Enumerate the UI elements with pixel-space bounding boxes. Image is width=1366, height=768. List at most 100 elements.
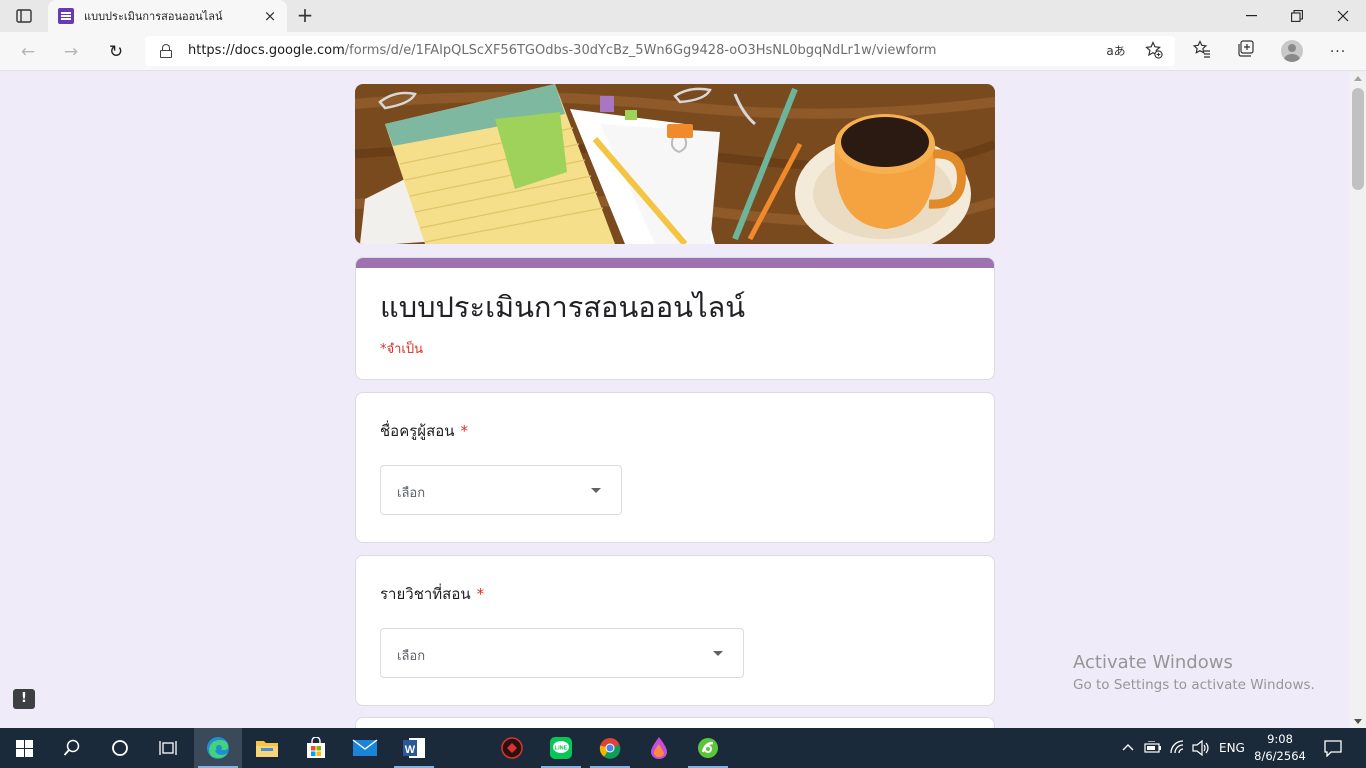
select-placeholder: เลือก — [397, 649, 426, 664]
svg-text:W: W — [405, 744, 416, 756]
wifi-icon[interactable] — [1169, 739, 1187, 755]
question-text: รายวิชาที่สอน — [380, 585, 471, 603]
task-view-button[interactable] — [144, 728, 192, 768]
report-problem-button[interactable]: ! — [13, 689, 35, 709]
favorites-button[interactable] — [1190, 40, 1214, 64]
forward-arrow-icon: → — [63, 42, 79, 62]
taskbar-word[interactable]: W — [390, 728, 438, 768]
dropdown-arrow-icon — [591, 488, 601, 493]
tab-actions-button[interactable] — [8, 5, 40, 27]
restore-button[interactable] — [1274, 0, 1320, 32]
profile-avatar[interactable] — [1281, 40, 1303, 62]
restore-icon — [1291, 10, 1303, 22]
question-label: ชื่อครูผู้สอน * — [380, 419, 468, 443]
browser-tab-forms[interactable]: แบบประเมินการสอนออนไลน์ × — [48, 0, 287, 32]
refresh-icon: ↻ — [108, 42, 124, 62]
scroll-thumb[interactable] — [1352, 88, 1364, 190]
folder-icon — [256, 741, 278, 757]
svg-text:LINE: LINE — [555, 746, 568, 752]
minimize-button[interactable] — [1228, 0, 1274, 32]
taskbar-green-app[interactable] — [684, 728, 732, 768]
windows-taskbar: W LINE ENG 9:08 8/6/2564 — [0, 728, 1366, 768]
new-tab-button[interactable]: + — [294, 5, 316, 27]
cortana-icon — [112, 740, 128, 756]
form-title-card: แบบประเมินการสอนออนไลน์ *จำเป็น — [355, 257, 995, 380]
taskbar-file-explorer[interactable] — [243, 728, 291, 768]
taskbar-game-app[interactable] — [488, 728, 536, 768]
subject-select[interactable]: เลือก — [380, 628, 744, 678]
clock-time: 9:08 — [1267, 732, 1293, 746]
green-app-icon — [698, 738, 718, 758]
tab-close-button[interactable]: × — [261, 7, 279, 25]
system-clock[interactable]: 9:08 8/6/2564 — [1254, 731, 1306, 765]
close-icon — [1337, 10, 1349, 22]
forward-button[interactable]: → — [57, 38, 85, 66]
cortana-button[interactable] — [96, 728, 144, 768]
question-card-teacher: ชื่อครูผู้สอน * เลือก — [355, 392, 995, 543]
google-forms-icon — [58, 8, 74, 24]
add-favorite-icon[interactable] — [1143, 41, 1165, 61]
favorites-icon — [1192, 40, 1210, 58]
game-app-icon — [501, 737, 523, 759]
minimize-icon — [1245, 15, 1257, 17]
activate-windows-watermark: Activate Windows Go to Settings to activ… — [1073, 652, 1315, 693]
question-card-next — [355, 717, 995, 728]
select-placeholder: เลือก — [397, 486, 426, 501]
title-accent-bar — [356, 258, 994, 268]
url-host: https://docs.google.com — [188, 43, 345, 58]
question-label: รายวิชาที่สอน * — [380, 582, 484, 606]
word-icon: W — [403, 738, 425, 758]
browser-toolbar: ← → ↻ https://docs.google.com/forms/d/e/… — [0, 32, 1366, 71]
battery-icon[interactable] — [1144, 741, 1162, 753]
task-view-icon — [159, 741, 177, 755]
read-aloud-icon[interactable]: aあ — [1105, 41, 1127, 61]
store-icon — [307, 737, 325, 758]
back-button[interactable]: ← — [14, 38, 42, 66]
search-icon — [63, 739, 80, 756]
volume-icon[interactable] — [1192, 740, 1210, 756]
collections-icon — [1238, 40, 1254, 57]
close-window-button[interactable] — [1320, 0, 1366, 32]
tab-title: แบบประเมินการสอนออนไลน์ — [84, 10, 223, 23]
watermark-heading: Activate Windows — [1073, 652, 1233, 673]
taskbar-chrome[interactable] — [586, 728, 634, 768]
search-button[interactable] — [48, 728, 96, 768]
watermark-subtext: Go to Settings to activate Windows. — [1073, 677, 1315, 693]
start-button[interactable] — [0, 728, 48, 768]
taskbar-mail[interactable] — [341, 728, 389, 768]
taskbar-edge[interactable] — [194, 728, 242, 768]
line-icon: LINE — [550, 737, 572, 759]
form-title: แบบประเมินการสอนออนไลน์ — [380, 290, 746, 324]
notifications-icon[interactable] — [1324, 739, 1342, 757]
taskbar-store[interactable] — [292, 728, 340, 768]
settings-more-button[interactable]: ··· — [1326, 40, 1350, 64]
required-note: *จำเป็น — [380, 342, 423, 357]
required-star: * — [476, 585, 485, 603]
collections-button[interactable] — [1234, 40, 1258, 64]
show-hidden-icons-icon[interactable] — [1122, 742, 1134, 752]
page-scrollbar[interactable] — [1350, 72, 1366, 728]
required-star: * — [460, 422, 469, 440]
taskbar-paint-app[interactable] — [635, 728, 683, 768]
input-language[interactable]: ENG — [1219, 741, 1245, 755]
form-header-image — [355, 84, 995, 244]
scroll-down-icon[interactable] — [1354, 719, 1362, 724]
more-icon: ··· — [1329, 44, 1347, 60]
scroll-up-icon[interactable] — [1354, 76, 1362, 81]
taskbar-line[interactable]: LINE — [537, 728, 585, 768]
dropdown-arrow-icon — [713, 651, 723, 656]
chrome-icon — [599, 738, 621, 759]
tab-actions-icon — [16, 9, 32, 23]
address-bar[interactable]: https://docs.google.com/forms/d/e/1FAIpQ… — [145, 36, 1175, 66]
windows-logo-icon — [15, 739, 33, 757]
form-page: แบบประเมินการสอนออนไลน์ *จำเป็น ชื่อครูผ… — [0, 72, 1350, 728]
browser-tab-strip: แบบประเมินการสอนออนไลน์ × + — [0, 0, 1366, 32]
back-arrow-icon: ← — [20, 42, 36, 62]
question-text: ชื่อครูผู้สอน — [380, 422, 455, 440]
url-path: /forms/d/e/1FAIpQLScXF56TGOdbs-30dYcBz_5… — [344, 43, 937, 58]
lock-icon[interactable] — [160, 44, 172, 58]
refresh-button[interactable]: ↻ — [102, 38, 130, 66]
edge-icon — [207, 737, 229, 759]
teacher-select[interactable]: เลือก — [380, 465, 622, 515]
url-text[interactable]: https://docs.google.com/forms/d/e/1FAIpQ… — [188, 43, 936, 58]
